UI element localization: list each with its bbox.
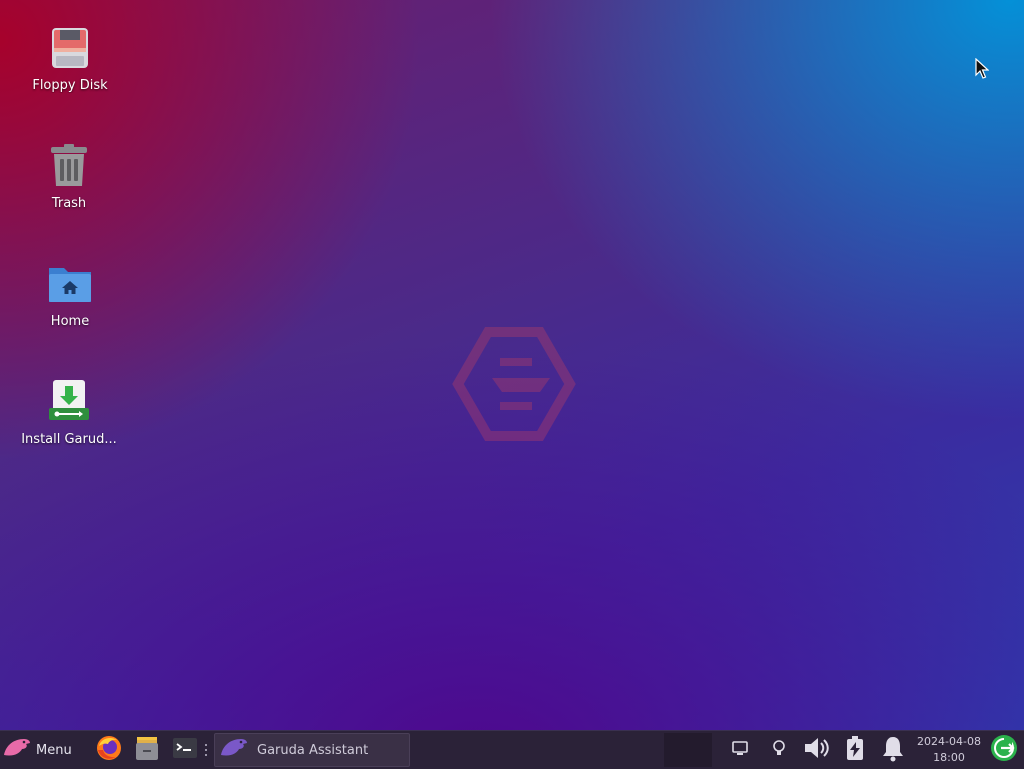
- mouse-cursor: [975, 57, 990, 84]
- tray-notifications[interactable]: [877, 731, 909, 769]
- task-garuda-assistant[interactable]: Garuda Assistant: [214, 733, 410, 767]
- tray-redshift[interactable]: [763, 731, 795, 769]
- install-garuda-icon: [45, 378, 93, 426]
- battery-charging-icon: [844, 735, 866, 765]
- desktop-icon-label: Home: [50, 314, 90, 329]
- home-folder-icon: [46, 260, 94, 308]
- desktop-icon-trash[interactable]: Trash: [14, 142, 124, 211]
- garuda-eagle-icon: [2, 735, 32, 765]
- tray-display[interactable]: [724, 731, 756, 769]
- logout-button[interactable]: [988, 731, 1020, 769]
- desktop-icon-label: Trash: [51, 196, 87, 211]
- garuda-logo-watermark: [452, 322, 576, 446]
- workspace-switcher[interactable]: [664, 733, 712, 767]
- task-label: Garuda Assistant: [257, 742, 369, 758]
- firefox-icon: [95, 734, 123, 766]
- desktop-icon-home[interactable]: Home: [15, 260, 125, 329]
- menu-label: Menu: [36, 742, 72, 758]
- file-manager-launcher[interactable]: [130, 731, 164, 769]
- display-icon: [731, 739, 749, 761]
- garuda-eagle-icon: [219, 736, 249, 764]
- desktop-icon-label: Floppy Disk: [32, 78, 108, 93]
- desktop-icon-floppy-disk[interactable]: Floppy Disk: [15, 24, 125, 93]
- trash-icon: [45, 142, 93, 190]
- desktop-icon-label: Install Garud...: [21, 432, 117, 447]
- tray-power[interactable]: [839, 731, 871, 769]
- clock[interactable]: 2024-04-08 18:00: [916, 731, 982, 769]
- tray-volume[interactable]: [801, 731, 833, 769]
- floppy-disk-icon: [46, 24, 94, 72]
- logout-icon: [989, 733, 1019, 767]
- lightbulb-icon: [770, 738, 788, 762]
- terminal-icon: [171, 734, 199, 766]
- firefox-launcher[interactable]: [92, 731, 126, 769]
- bell-icon: [879, 734, 907, 766]
- desktop-icon-install-garuda[interactable]: Install Garud...: [14, 378, 124, 447]
- taskbar: Menu Garuda Assistant 2024-04-08 18:00: [0, 730, 1024, 769]
- file-manager-icon: [133, 734, 161, 766]
- clock-time: 18:00: [933, 751, 965, 764]
- menu-button[interactable]: Menu: [2, 731, 84, 769]
- terminal-launcher[interactable]: [168, 731, 202, 769]
- clock-date: 2024-04-08: [917, 735, 981, 748]
- volume-icon: [802, 735, 832, 765]
- desktop-background: Floppy Disk Trash Home Install Garud...: [0, 0, 1024, 730]
- taskbar-separator: [204, 731, 212, 769]
